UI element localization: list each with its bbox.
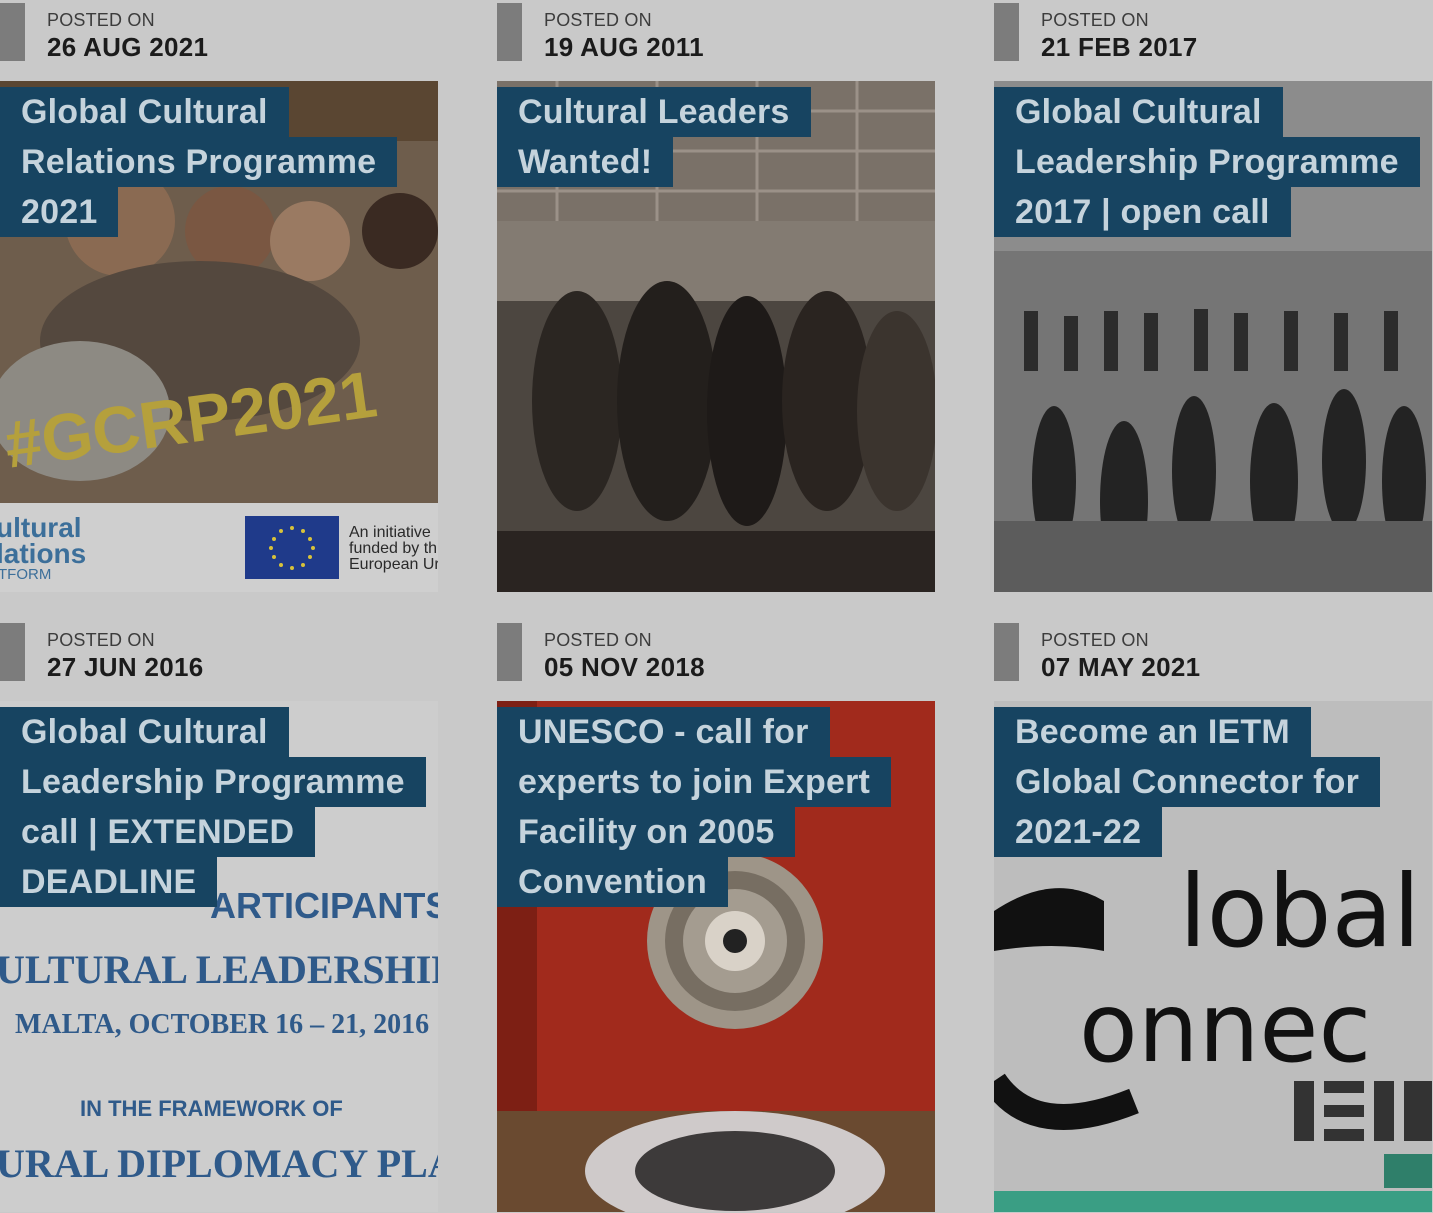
posted-on-label: POSTED ON xyxy=(544,630,652,650)
posted-on-label: POSTED ON xyxy=(1041,10,1149,30)
post-date: 05 NOV 2018 xyxy=(544,652,705,682)
post-date: 26 AUG 2021 xyxy=(47,32,209,62)
posted-on-label: POSTED ON xyxy=(1041,630,1149,650)
post-title-line[interactable]: Facility on 2005 xyxy=(497,807,796,857)
post-date-block: POSTED ON 27 JUN 2016 xyxy=(0,620,438,700)
svg-text:lobal: lobal xyxy=(1179,853,1421,970)
post-title-line[interactable]: Leadership Programme xyxy=(994,137,1420,187)
post-title[interactable]: Global Cultural Relations Programme 2021 xyxy=(0,87,398,237)
svg-text:URAL DIPLOMACY PLATF: URAL DIPLOMACY PLATF xyxy=(0,1141,438,1186)
post-title-line[interactable]: Relations Programme xyxy=(0,137,398,187)
post-date-block: POSTED ON 26 AUG 2021 xyxy=(0,0,438,80)
post-thumbnail[interactable]: Global Cultural Leadership Programme 201… xyxy=(994,81,1432,592)
post-title-line[interactable]: call | EXTENDED xyxy=(0,807,316,857)
post-thumbnail[interactable]: lobal onnec Become an IETM Global Connec… xyxy=(994,701,1432,1212)
post-date: 27 JUN 2016 xyxy=(47,652,204,682)
post-title-line[interactable]: Global Cultural xyxy=(994,87,1283,137)
post-title-line[interactable]: Global Cultural xyxy=(0,87,289,137)
svg-text:IN THE FRAMEWORK OF: IN THE FRAMEWORK OF xyxy=(80,1096,343,1121)
post-date-block: POSTED ON 21 FEB 2017 xyxy=(994,0,1432,80)
post-title-line[interactable]: Wanted! xyxy=(497,137,674,187)
post-title-line[interactable]: DEADLINE xyxy=(0,857,218,907)
post-date-block: POSTED ON 19 AUG 2011 xyxy=(497,0,935,80)
svg-text:funded by th: funded by th xyxy=(349,540,437,557)
post-title-line[interactable]: 2021-22 xyxy=(994,807,1163,857)
date-accent-bar xyxy=(0,3,25,61)
post-card-ietm-global-connector[interactable]: POSTED ON 07 MAY 2021 lobal onnec Become… xyxy=(994,620,1432,1212)
post-title-line[interactable]: Convention xyxy=(497,857,728,907)
date-accent-bar xyxy=(994,3,1019,61)
post-date-block: POSTED ON 07 MAY 2021 xyxy=(994,620,1432,700)
post-title-line[interactable]: Become an IETM xyxy=(994,707,1311,757)
post-title-line[interactable]: Global Connector for xyxy=(994,757,1380,807)
date-accent-bar xyxy=(497,3,522,61)
post-title[interactable]: Global Cultural Leadership Programme 201… xyxy=(994,87,1420,237)
posts-grid: POSTED ON 26 AUG 2021 #GCRP2021 ultural … xyxy=(0,0,1433,1213)
post-date: 21 FEB 2017 xyxy=(1041,32,1198,62)
svg-text:An initiative: An initiative xyxy=(349,524,431,541)
post-title[interactable]: Cultural Leaders Wanted! xyxy=(497,87,811,187)
svg-text:European Ur: European Ur xyxy=(349,556,438,573)
posted-on-label: POSTED ON xyxy=(544,10,652,30)
post-title-line[interactable]: Cultural Leaders xyxy=(497,87,811,137)
svg-text:MALTA, OCTOBER 16 – 21, 2016: MALTA, OCTOBER 16 – 21, 2016 xyxy=(15,1009,429,1040)
svg-text:onnec: onnec xyxy=(1079,972,1371,1084)
post-thumbnail[interactable]: #GCRP2021 ultural lations TFORM An initi… xyxy=(0,81,438,592)
svg-text:ULTURAL LEADERSHIP PR: ULTURAL LEADERSHIP PR xyxy=(0,947,438,992)
post-title[interactable]: Become an IETM Global Connector for 2021… xyxy=(994,707,1380,857)
post-title-line[interactable]: Leadership Programme xyxy=(0,757,426,807)
post-date: 07 MAY 2021 xyxy=(1041,652,1201,682)
svg-text:TFORM: TFORM xyxy=(0,566,51,583)
post-card-gclp-extended-deadline[interactable]: POSTED ON 27 JUN 2016 ARTICIPANTS ULTURA… xyxy=(0,620,438,1212)
post-date: 19 AUG 2011 xyxy=(544,32,704,62)
date-accent-bar xyxy=(994,623,1019,681)
svg-text:lations: lations xyxy=(0,538,86,569)
posted-on-label: POSTED ON xyxy=(47,630,155,650)
post-thumbnail[interactable]: Cultural Leaders Wanted! xyxy=(497,81,935,592)
post-title-line[interactable]: UNESCO - call for xyxy=(497,707,830,757)
post-thumbnail[interactable]: ARTICIPANTS ULTURAL LEADERSHIP PR MALTA,… xyxy=(0,701,438,1212)
post-date-block: POSTED ON 05 NOV 2018 xyxy=(497,620,935,700)
post-card-unesco-experts[interactable]: POSTED ON 05 NOV 2018 UNESCO - call for … xyxy=(497,620,935,1212)
post-title[interactable]: UNESCO - call for experts to join Expert… xyxy=(497,707,892,907)
post-title-line[interactable]: Global Cultural xyxy=(0,707,289,757)
post-title-line[interactable]: 2021 xyxy=(0,187,119,237)
post-title-line[interactable]: 2017 | open call xyxy=(994,187,1291,237)
post-title-line[interactable]: experts to join Expert xyxy=(497,757,892,807)
post-card-gcrp-2021[interactable]: POSTED ON 26 AUG 2021 #GCRP2021 ultural … xyxy=(0,0,438,592)
post-card-gclp-2017[interactable]: POSTED ON 21 FEB 2017 Global Cultural Le… xyxy=(994,0,1432,592)
post-thumbnail[interactable]: UNESCO - call for experts to join Expert… xyxy=(497,701,935,1212)
post-title[interactable]: Global Cultural Leadership Programme cal… xyxy=(0,707,426,907)
date-accent-bar xyxy=(497,623,522,681)
post-card-cultural-leaders-wanted[interactable]: POSTED ON 19 AUG 2011 Cultural Leaders W… xyxy=(497,0,935,592)
posted-on-label: POSTED ON xyxy=(47,10,155,30)
date-accent-bar xyxy=(0,623,25,681)
